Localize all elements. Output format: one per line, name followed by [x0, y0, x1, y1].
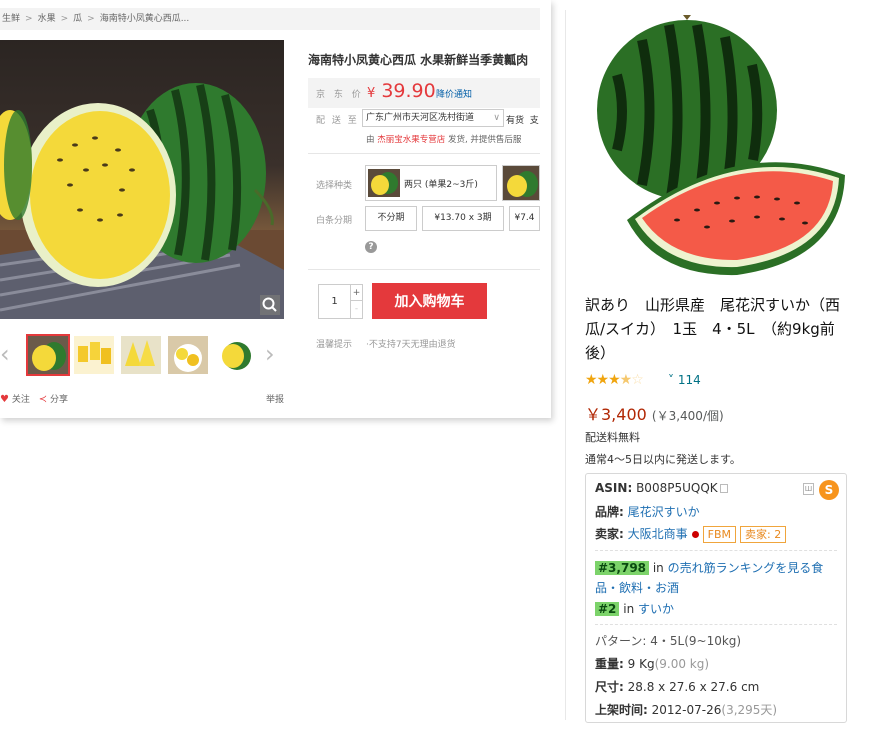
help-icon[interactable]: ?	[365, 241, 377, 253]
follow-share-row: ♥ 关注 ≺ 分享 举报	[0, 392, 284, 405]
stock-status: 有货 支	[506, 116, 539, 126]
variant-option-more[interactable]	[502, 165, 540, 201]
brand-link[interactable]: 尾花沢すいか	[628, 505, 700, 519]
shipping-time: 通常4～5日以内に発送します。	[585, 453, 741, 466]
price: ¥ 39.90	[367, 80, 436, 102]
chevron-down-icon: ˅	[668, 373, 674, 387]
divider	[308, 269, 540, 270]
report-link[interactable]: 举报	[266, 392, 284, 405]
rank-row-1: #3,798 in の売れ筋ランキングを見る食品・飲料・お酒	[595, 561, 824, 595]
follow-button[interactable]: ♥ 关注	[0, 394, 30, 405]
seller-link[interactable]: 大阪北商事	[628, 527, 688, 541]
seller-info-card: Ш S ASIN: B008P5UQQK 品牌: 尾花沢すいか 卖家: 大阪北商…	[585, 473, 847, 723]
price: ￥3,400 (￥3,400/個)	[585, 405, 724, 424]
variant-thumbnail	[368, 169, 400, 197]
chevron-down-icon: ∨	[493, 113, 500, 123]
breadcrumb: 生鲜 > 水果 > 瓜 > 海南特小凤黄心西瓜...	[0, 8, 540, 30]
breadcrumb-item-current: 海南特小凤黄心西瓜...	[99, 14, 190, 24]
asin-value: B008P5UQQK	[636, 481, 718, 495]
rating-stars[interactable]: ★★★★☆	[585, 372, 644, 388]
installment-option-6[interactable]: ¥7.4	[509, 206, 540, 231]
breadcrumb-separator: >	[87, 14, 95, 24]
thumbnail-4[interactable]	[168, 336, 208, 374]
product-title[interactable]: 訳あり 山形県産 尾花沢すいか（西瓜/スイカ） 1玉 4・5L （約9kg前後）	[585, 293, 853, 365]
review-count-link[interactable]: ˅ 114	[668, 373, 701, 387]
seller-count-badge[interactable]: 卖家: 2	[740, 526, 787, 543]
divider	[595, 550, 837, 551]
ship-address-select[interactable]: 广东广州市天河区冼村街道 ∨	[362, 109, 504, 127]
page: 生鲜 > 水果 > 瓜 > 海南特小凤黄心西瓜... ‹ › ♥ 关注 ≺ 分享…	[0, 0, 875, 730]
installment-option-none[interactable]: 不分期	[365, 206, 417, 231]
add-to-cart-button[interactable]: 加入购物车	[372, 283, 487, 319]
listed-row: 上架时间: 2012-07-26(3,295天)	[595, 703, 778, 717]
share-button[interactable]: ≺ 分享	[38, 394, 68, 405]
amazon-product-card: 訳あり 山形県産 尾花沢すいか（西瓜/スイカ） 1玉 4・5L （約9kg前後）…	[578, 0, 875, 730]
rank-row-2: #2 in すいか	[595, 600, 674, 617]
breadcrumb-item-melon[interactable]: 瓜	[73, 14, 82, 24]
divider	[595, 624, 837, 625]
thumbnail-5[interactable]	[215, 336, 255, 374]
breadcrumb-item-fruit[interactable]: 水果	[38, 14, 56, 24]
breadcrumb-separator: >	[60, 14, 69, 24]
thumbnail-strip: ‹ ›	[0, 334, 284, 378]
breadcrumb-item-fresh[interactable]: 生鲜	[2, 14, 20, 24]
divider	[308, 153, 540, 154]
variant-label: 选择种类	[316, 181, 353, 191]
next-product-card-edge	[864, 0, 875, 730]
seller-info: 由 杰丽宝水果专营店 发货, 并提供售后服	[366, 135, 522, 145]
ship-label: 配 送 至	[316, 116, 359, 126]
rank-subcategory-link[interactable]: すいか	[638, 602, 674, 616]
price-drop-notify-link[interactable]: 降价通知	[436, 87, 472, 100]
pattern-row: パターン: 4・5L(9~10kg)	[595, 634, 742, 648]
yellow-watermelon-image	[0, 83, 284, 319]
fbm-badge: FBM	[702, 526, 737, 543]
thumbnail-prev-arrow[interactable]: ‹	[0, 342, 10, 366]
seller-sprite-icon[interactable]: S	[819, 480, 839, 500]
share-icon: ≺	[38, 394, 48, 405]
free-shipping: 配送料無料	[585, 431, 640, 444]
jd-product-panel: 生鲜 > 水果 > 瓜 > 海南特小凤黄心西瓜... ‹ › ♥ 关注 ≺ 分享…	[0, 0, 551, 418]
quantity-plus-button[interactable]: +	[351, 285, 362, 301]
installment-option-3[interactable]: ¥13.70 x 3期	[422, 206, 504, 231]
price-box: 京 东 价 ¥ 39.90 降价通知	[308, 78, 540, 108]
panel-divider	[565, 10, 566, 720]
heart-icon: ♥	[0, 394, 9, 405]
asin-row: ASIN: B008P5UQQK	[595, 481, 728, 495]
seller-row: 卖家: 大阪北商事 FBM 卖家: 2	[595, 525, 787, 543]
japan-flag-icon	[691, 531, 699, 538]
product-title: 海南特小凤黄心西瓜 水果新鲜当季黄瓤肉	[308, 53, 529, 67]
zoom-icon[interactable]	[260, 295, 280, 315]
tip-text: ·不支持7天无理由退货	[366, 340, 456, 350]
thumbnail-1[interactable]	[26, 334, 70, 376]
watermelon-image[interactable]	[587, 15, 849, 280]
copy-icon[interactable]	[719, 484, 728, 493]
chart-icon[interactable]: Ш	[803, 483, 814, 495]
quantity-input[interactable]: 1	[319, 285, 351, 318]
thumbnail-3[interactable]	[121, 336, 161, 374]
quantity-stepper: 1 + -	[318, 284, 363, 319]
tip-label: 温馨提示	[316, 340, 353, 350]
breadcrumb-separator: >	[25, 14, 33, 24]
weight-row: 重量: 9 Kg(9.00 kg)	[595, 657, 710, 671]
installment-label: 白条分期	[316, 216, 353, 226]
shop-link[interactable]: 杰丽宝水果专营店	[377, 135, 445, 145]
thumbnail-next-arrow[interactable]: ›	[265, 342, 275, 366]
quantity-minus-button[interactable]: -	[351, 301, 362, 317]
main-product-image[interactable]	[0, 40, 284, 319]
size-row: 尺寸: 28.8 x 27.6 x 27.6 cm	[595, 680, 760, 694]
price-label: 京 东 价	[316, 90, 364, 100]
brand-row: 品牌: 尾花沢すいか	[595, 505, 700, 519]
variant-option-two[interactable]: 两只 (单果2~3斤)	[365, 165, 497, 201]
thumbnail-2[interactable]	[74, 336, 114, 374]
